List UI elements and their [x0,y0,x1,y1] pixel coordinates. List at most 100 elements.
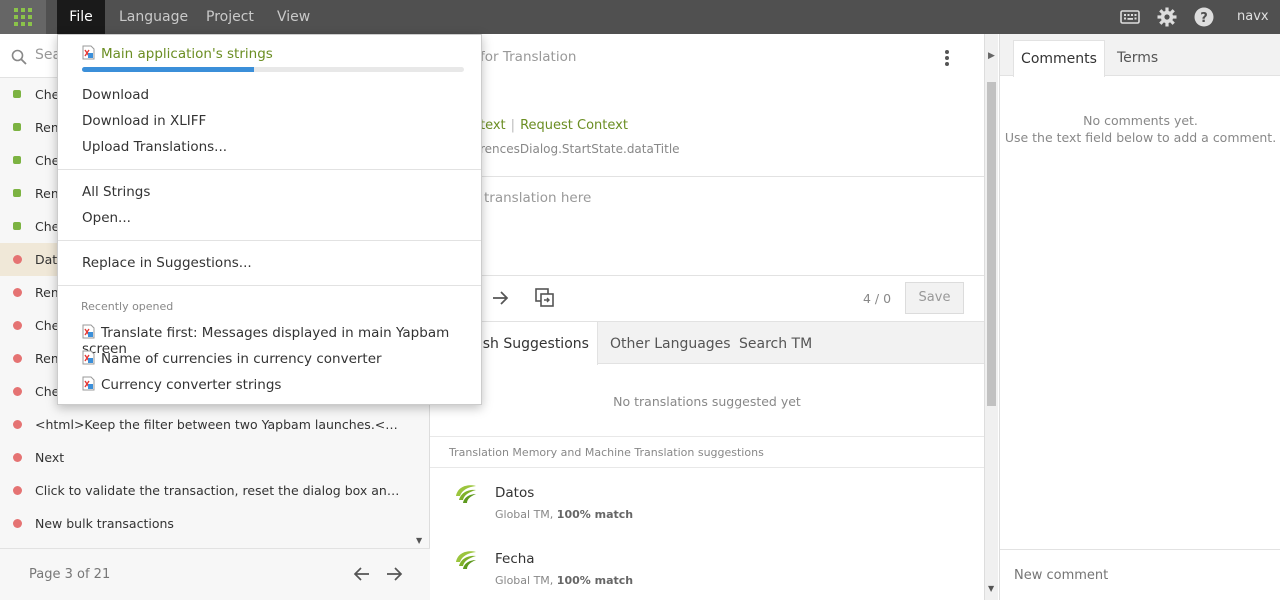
context-link[interactable]: text [480,118,506,133]
resource-file-icon [82,324,95,339]
menu-project[interactable]: Project [206,0,254,34]
save-button[interactable]: Save [905,282,964,314]
tm-header: Translation Memory and Machine Translati… [430,436,984,468]
current-file[interactable]: Main application's strings [82,45,273,62]
menu-all-strings[interactable]: All Strings [82,184,150,200]
suggestion-tabs: nish Suggestions Other Languages Search … [430,322,984,365]
more-options-icon[interactable] [944,49,950,67]
status-red-icon [13,486,22,495]
tm-header-label: Translation Memory and Machine Translati… [449,446,764,459]
tm-source-label: Global TM, [495,508,557,521]
status-red-icon [13,420,22,429]
tab-comments[interactable]: Comments [1013,40,1105,77]
menu-divider [58,285,481,286]
pager: Page 3 of 21 [0,548,430,600]
svg-text:?: ? [1200,11,1208,26]
menu-divider [58,169,481,170]
tm-match: 100% match [556,574,634,587]
status-green-icon [13,90,21,98]
no-comments-hint: Use the text field below to add a commen… [1004,130,1277,145]
center-scrollbar[interactable]: ▶ ▼ [984,34,998,600]
tab-search-tm[interactable]: Search TM [739,322,812,364]
string-text: New bulk transactions [35,516,174,531]
tm-logo-icon [456,485,476,503]
scroll-down-icon[interactable]: ▼ [988,584,994,593]
translation-editor: for Translation text | Request Context ren… [430,34,984,600]
status-red-icon [13,354,22,363]
arrow-right-icon[interactable] [491,290,509,306]
menu-view[interactable]: View [277,0,310,34]
menu-open[interactable]: Open... [82,210,131,226]
scroll-down-icon[interactable]: ▼ [416,536,426,546]
string-row[interactable]: Click to validate the transaction, reset… [0,474,415,507]
menu-download-xliff[interactable]: Download in XLIFF [82,113,206,129]
recent-file[interactable]: Currency converter strings [82,376,281,393]
link-separator: | [510,118,516,133]
string-text: <html>Keep the filter between two Yapbam… [35,417,405,432]
comments-tabs: Comments Terms [1000,34,1280,77]
menu-upload-translations[interactable]: Upload Translations... [82,139,227,155]
editor-title: for Translation [480,49,577,65]
prev-page-icon[interactable] [353,566,371,582]
tm-source-label: Global TM, [495,574,557,587]
copy-source-icon[interactable] [535,288,555,308]
tab-other-languages[interactable]: Other Languages [610,322,731,364]
string-row[interactable]: <html>Keep the filter between two Yapbam… [0,408,415,441]
menu-replace-in-suggestions[interactable]: Replace in Suggestions... [82,255,252,271]
no-suggestions-text: No translations suggested yet [613,394,801,409]
status-red-icon [13,387,22,396]
tm-text: Fecha [495,551,535,567]
status-red-icon [13,255,22,264]
recent-file[interactable]: Name of currencies in currency converter [82,350,382,367]
gear-icon[interactable] [1157,7,1177,27]
string-text: Click to validate the transaction, reset… [35,483,405,498]
current-file-label: Main application's strings [101,46,273,62]
no-comments-text: No comments yet. Use the text field belo… [1000,112,1280,146]
tm-text: Datos [495,485,535,501]
user-name[interactable]: navx [1237,0,1269,34]
context-links: text | Request Context [480,118,628,133]
status-red-icon [13,321,22,330]
file-progress-bar [82,67,464,72]
page-indicator: Page 3 of 21 [29,567,111,582]
recently-opened-label: Recently opened [81,300,174,313]
menu-language[interactable]: Language [119,0,188,34]
keyboard-icon[interactable] [1120,7,1140,27]
menu-divider [58,240,481,241]
scrollbar-thumb[interactable] [987,82,996,406]
char-counter: 4 / 0 [863,291,892,306]
tm-match: 100% match [556,508,634,521]
status-red-icon [13,519,22,528]
new-comment-input[interactable] [1000,550,1280,600]
tm-suggestion[interactable]: Fecha Global TM, 100% match [430,536,984,600]
tm-source: Global TM, 100% match [495,574,633,587]
status-green-icon [13,123,21,131]
tm-logo-icon [456,551,476,569]
new-comment-area [1000,549,1280,600]
top-bar: File Language Project View ? navx [0,0,1280,34]
translation-placeholder: translation here [484,190,592,206]
translation-input[interactable]: translation here [430,176,984,276]
tm-source: Global TM, 100% match [495,508,633,521]
menu-download[interactable]: Download [82,87,149,103]
resource-file-icon [82,350,95,365]
help-icon[interactable]: ? [1194,7,1214,27]
request-context-link[interactable]: Request Context [520,118,628,133]
string-text: Next [35,450,65,465]
collapse-arrow-icon[interactable]: ▶ [988,51,995,61]
apps-grid-icon [14,8,32,26]
menu-file[interactable]: File [57,0,105,34]
apps-grid-button[interactable] [0,0,46,34]
comments-panel: Comments Terms No comments yet. Use the … [999,34,1280,600]
status-red-icon [13,453,22,462]
resource-file-icon [82,376,95,391]
editor-actions: 4 / 0 Save [430,276,984,322]
tm-suggestion[interactable]: Datos Global TM, 100% match [430,470,984,536]
string-row[interactable]: Next [0,441,415,474]
next-page-icon[interactable] [385,566,403,582]
tab-terms[interactable]: Terms [1117,40,1158,76]
status-green-icon [13,189,21,197]
string-row[interactable]: New bulk transactions [0,507,415,540]
status-green-icon [13,156,21,164]
recent-file-label: Name of currencies in currency converter [101,351,382,367]
